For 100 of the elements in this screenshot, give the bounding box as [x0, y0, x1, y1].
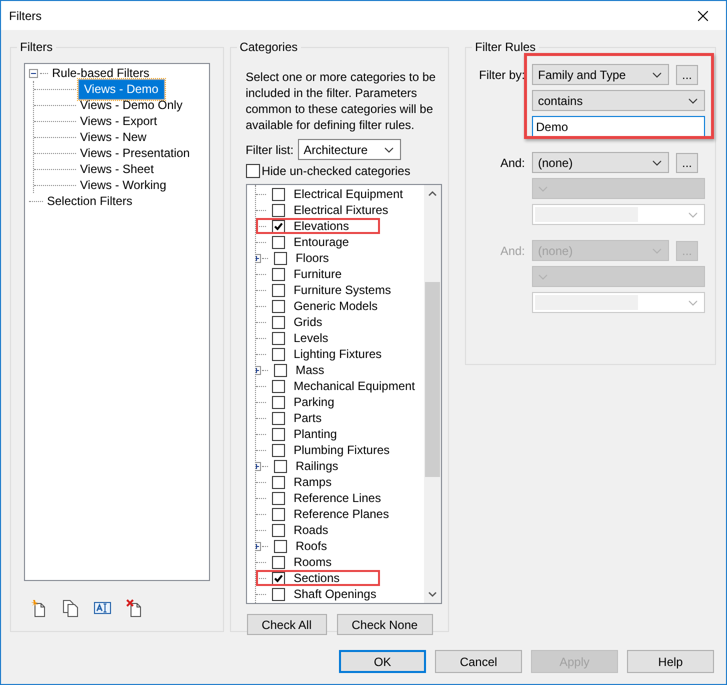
tree-item[interactable]: Views - Export: [78, 114, 160, 128]
tree-item[interactable]: Views - Sheet: [78, 162, 156, 176]
category-label: Generic Models: [294, 299, 378, 313]
group-title: Filter Rules: [474, 40, 537, 54]
rule-label: And:: [499, 244, 525, 258]
category-label: Electrical Fixtures: [294, 203, 388, 217]
chevron-icon: [652, 160, 662, 166]
chevron-icon: [384, 146, 394, 152]
checkbox[interactable]: [246, 164, 260, 178]
checkbox[interactable]: [272, 284, 285, 296]
parameter-dropdown[interactable]: (none): [532, 152, 669, 173]
category-label: Mechanical Equipment: [294, 379, 415, 393]
parameter-dropdown[interactable]: Family and Type: [532, 64, 669, 85]
checkbox[interactable]: [272, 396, 285, 408]
checkbox[interactable]: [272, 236, 285, 248]
checkbox[interactable]: [272, 476, 285, 488]
category-label: Planting: [294, 427, 337, 441]
filter-list-dropdown[interactable]: Architecture: [298, 139, 401, 160]
checkbox[interactable]: [272, 300, 285, 312]
rule-label: Filter by:: [478, 68, 525, 82]
check-button[interactable]: Check None: [336, 614, 433, 635]
tree-item[interactable]: Views - New: [78, 130, 148, 144]
tree-item[interactable]: Selection Filters: [45, 194, 134, 208]
value-field[interactable]: Demo: [532, 116, 705, 137]
category-label: Lighting Fixtures: [294, 347, 382, 361]
checkbox[interactable]: [272, 588, 285, 600]
checkbox[interactable]: [272, 380, 285, 392]
tree-item[interactable]: Rule-based Filters: [50, 66, 152, 80]
checkbox[interactable]: [272, 428, 285, 440]
collapse-icon[interactable]: [29, 68, 38, 78]
category-label: Grids: [294, 315, 322, 329]
group-title: Filters: [19, 40, 54, 54]
checkbox[interactable]: [272, 412, 285, 424]
category-label: Furniture Systems: [294, 283, 391, 297]
checkbox[interactable]: [272, 348, 285, 360]
category-label: Parking: [294, 395, 334, 409]
dialog-button[interactable]: Help: [627, 650, 714, 673]
checkbox[interactable]: [274, 540, 287, 552]
new-document-icon[interactable]: [30, 599, 48, 617]
tree-item[interactable]: Views - Demo Only: [78, 98, 184, 112]
category-label: Reference Planes: [294, 507, 389, 521]
category-label: Electrical Equipment: [294, 187, 403, 201]
tree-item[interactable]: Views - Presentation: [78, 146, 192, 160]
operator-dropdown[interactable]: contains: [532, 90, 705, 111]
checkbox[interactable]: [272, 220, 285, 232]
category-label: Entourage: [294, 235, 349, 249]
rule-label: And:: [499, 156, 525, 170]
tree-item[interactable]: Views - Working: [78, 178, 168, 192]
checkbox[interactable]: [272, 492, 285, 504]
chevron-icon: [652, 248, 662, 254]
check-button[interactable]: Check All: [246, 614, 327, 635]
category-label: Roads: [294, 523, 328, 537]
checkbox-label: Hide un-checked categories: [262, 164, 410, 178]
category-label: Parts: [294, 411, 322, 425]
chevron-icon: [688, 98, 698, 104]
category-label: Floors: [296, 251, 329, 265]
category-label: Levels: [294, 331, 328, 345]
checkbox[interactable]: [272, 556, 285, 568]
checkbox[interactable]: [272, 508, 285, 520]
checkbox[interactable]: [272, 332, 285, 344]
category-label: Railings: [296, 459, 338, 473]
scroll-thumb[interactable]: [424, 282, 440, 477]
field-label: Filter list:: [246, 142, 294, 156]
checkbox[interactable]: [272, 188, 285, 200]
checkbox[interactable]: [274, 364, 287, 376]
category-label: Elevations: [294, 219, 349, 233]
description-text: Select one or more categories to be included in the filter. Parameters common to these categories will be available for defining filter rules.: [246, 69, 437, 133]
checkbox[interactable]: [272, 444, 285, 456]
more-button[interactable]: ...: [676, 152, 698, 172]
category-label: Plumbing Fixtures: [294, 443, 390, 457]
chevron-icon: [688, 300, 698, 306]
checkbox[interactable]: [274, 252, 287, 264]
chevron-icon: [538, 274, 548, 280]
more-button[interactable]: ...: [676, 64, 698, 84]
chevron-icon: [538, 186, 548, 192]
checkbox[interactable]: [274, 460, 287, 472]
dialog-button[interactable]: Cancel: [435, 650, 522, 673]
chevron-icon: [652, 72, 662, 78]
chevron-icon: [688, 212, 698, 218]
category-label: Furniture: [294, 267, 342, 281]
dialog-button[interactable]: OK: [339, 650, 426, 673]
category-label: Mass: [296, 363, 324, 377]
category-label: Ramps: [294, 475, 332, 489]
delete-document-icon[interactable]: [126, 599, 144, 617]
checkbox[interactable]: [272, 524, 285, 536]
copy-icon[interactable]: [62, 599, 80, 617]
category-label: Shaft Openings: [294, 587, 376, 601]
group-title: Categories: [238, 40, 299, 54]
window-title: Filters: [9, 8, 42, 22]
category-label: Roofs: [296, 539, 327, 553]
checkbox[interactable]: [272, 204, 285, 216]
category-label: Sections: [294, 571, 340, 585]
tree-item[interactable]: Views - Demo: [78, 78, 166, 100]
scrollbar[interactable]: [424, 185, 441, 603]
category-label: Reference Lines: [294, 491, 381, 505]
checkbox[interactable]: [272, 572, 285, 584]
checkbox[interactable]: [272, 316, 285, 328]
rename-icon[interactable]: [94, 599, 112, 617]
checkbox[interactable]: [272, 268, 285, 280]
category-label: Rooms: [294, 555, 332, 569]
